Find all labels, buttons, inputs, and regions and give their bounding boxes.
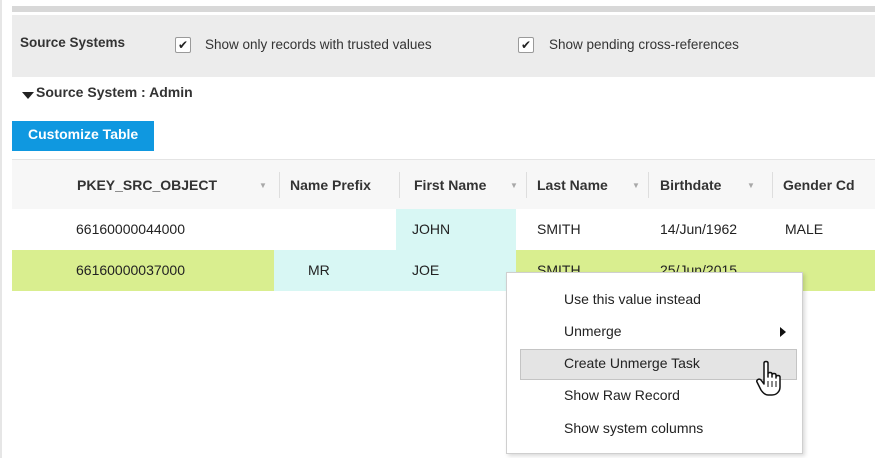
customize-table-button[interactable]: Customize Table (12, 121, 155, 151)
section-title[interactable]: Source System : Admin (36, 84, 193, 100)
trusted-values-checkbox[interactable]: ✔ (175, 37, 191, 53)
cell-pkey: 66160000037000 (76, 262, 186, 278)
column-separator[interactable] (399, 172, 400, 198)
menu-item-create-unmerge-task[interactable]: Create Unmerge Task (564, 355, 700, 371)
cell-last-name: SMITH (537, 221, 581, 237)
sort-arrow-icon[interactable]: ▼ (510, 181, 518, 190)
toolbar-title: Source Systems (20, 35, 126, 50)
cell-pkey: 66160000044000 (76, 221, 186, 237)
cell-first-name: JOHN (396, 209, 516, 250)
menu-item-unmerge[interactable]: Unmerge (564, 323, 622, 339)
column-header-last-name[interactable]: Last Name (537, 177, 608, 193)
cell-first-name: JOE (396, 250, 516, 291)
left-border (0, 0, 2, 458)
column-header-name-prefix[interactable]: Name Prefix (290, 177, 388, 193)
column-separator[interactable] (279, 172, 280, 198)
pending-xref-label: Show pending cross-references (549, 37, 739, 52)
hand-pointer-icon (754, 360, 786, 401)
sort-arrow-icon[interactable]: ▼ (259, 181, 267, 190)
column-header-gender[interactable]: Gender Cd (783, 177, 855, 193)
menu-item-show-system-columns[interactable]: Show system columns (564, 420, 703, 436)
cell-birthdate: 14/Jun/1962 (660, 221, 738, 237)
triangle-down-icon[interactable] (22, 92, 34, 99)
top-divider (12, 6, 875, 12)
menu-item-use-value[interactable]: Use this value instead (564, 291, 701, 307)
sort-arrow-icon[interactable]: ▼ (747, 181, 755, 190)
column-header-first-name[interactable]: First Name (414, 177, 486, 193)
trusted-values-label: Show only records with trusted values (205, 37, 432, 52)
column-separator[interactable] (648, 172, 649, 198)
source-systems-toolbar: Source Systems ✔ Show only records with … (12, 15, 875, 77)
pending-xref-checkbox[interactable]: ✔ (518, 37, 534, 53)
sort-arrow-icon[interactable]: ▼ (632, 181, 640, 190)
column-separator[interactable] (526, 172, 527, 198)
cell-name-prefix: MR (274, 250, 396, 291)
table-row[interactable]: 66160000044000 JOHN SMITH 14/Jun/1962 MA… (12, 209, 875, 251)
column-header-birthdate[interactable]: Birthdate (660, 177, 721, 193)
table-header: PKEY_SRC_OBJECT ▼ Name Prefix First Name… (12, 159, 875, 211)
chevron-right-icon (780, 327, 786, 337)
cell-gender: MALE (785, 221, 824, 237)
cell-name-prefix (274, 209, 396, 250)
column-header-pkey[interactable]: PKEY_SRC_OBJECT (77, 177, 217, 193)
column-separator[interactable] (772, 172, 773, 198)
menu-item-show-raw-record[interactable]: Show Raw Record (564, 387, 680, 403)
